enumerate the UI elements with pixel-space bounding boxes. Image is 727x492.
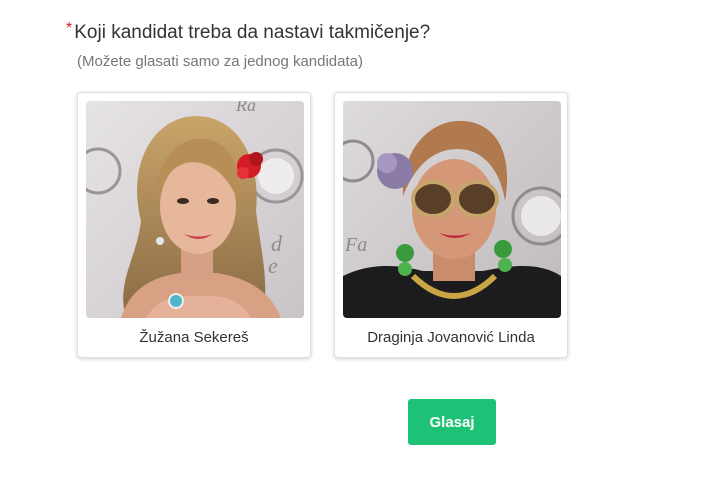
poll-hint: (Možete glasati samo za jednog kandidata… <box>77 53 363 70</box>
question-text: Koji kandidat treba da nastavi takmičenj… <box>74 22 431 43</box>
required-marker: * <box>66 20 73 37</box>
candidate-card-2[interactable]: Fa Draginja Jovanović Linda <box>334 92 568 358</box>
candidate-photo-2: Fa <box>343 101 561 318</box>
svg-text:e: e <box>268 253 278 278</box>
candidate-name-1: Žužana Sekereš <box>139 329 249 346</box>
svg-text:Ra: Ra <box>235 101 256 115</box>
candidate-card-1[interactable]: Ra d e Žužana Sekereš <box>77 92 311 358</box>
poll-page: * Koji kandidat treba da nastavi takmičen… <box>0 0 727 492</box>
vote-button[interactable]: Glasaj <box>408 399 496 445</box>
candidate-name-2: Draginja Jovanović Linda <box>367 329 535 346</box>
candidate-photo-1: Ra d e <box>86 101 304 318</box>
svg-text:Fa: Fa <box>344 234 367 256</box>
candidate-photo-1-image: Ra d e <box>86 101 304 318</box>
poll-question: * Koji kandidat treba da nastavi takmičen… <box>66 20 430 47</box>
candidate-photo-2-image: Fa <box>343 101 561 318</box>
